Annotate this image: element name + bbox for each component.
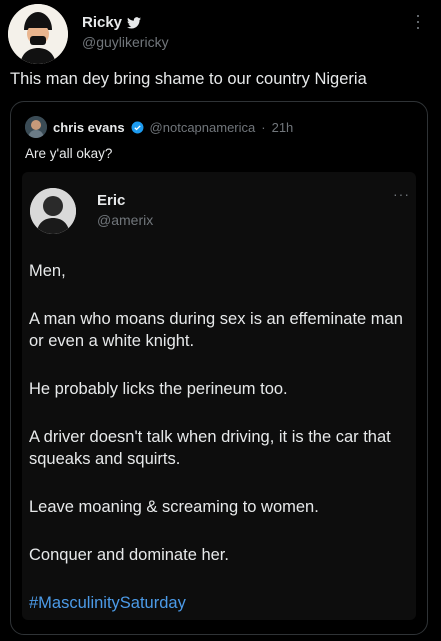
quoted-time[interactable]: 21h [272, 120, 294, 135]
more-options-icon[interactable]: · · · [415, 6, 421, 36]
user-handle[interactable]: @guylikericky [82, 34, 169, 50]
quoted-dot-separator: · [261, 119, 266, 135]
quoted-avatar[interactable] [25, 116, 47, 138]
inner-post-body: Men, A man who moans during sex is an ef… [29, 260, 409, 614]
embedded-post-image[interactable]: Eric @amerix ··· Men, A man who moans du… [22, 172, 416, 620]
quoted-avatar-image-icon [25, 116, 47, 138]
inner-handle: @amerix [97, 212, 154, 228]
quoted-name[interactable]: chris evans [53, 120, 125, 135]
inner-name: Eric [97, 192, 126, 209]
inner-more-icon: ··· [393, 186, 410, 202]
quoted-handle[interactable]: @notcapnamerica [150, 120, 256, 135]
inner-line: Conquer and dominate her. [29, 546, 229, 564]
avatar-illustration-icon [8, 4, 68, 64]
inner-line: Leave moaning & screaming to women. [29, 498, 319, 516]
inner-line: Men, [29, 262, 66, 280]
quoted-tweet[interactable]: chris evans @notcapnamerica · 21h Are y'… [10, 101, 428, 635]
hashtag-link: #MasculinitySaturday [29, 594, 186, 612]
inner-avatar [30, 188, 76, 234]
inner-line: A man who moans during sex is an effemin… [29, 310, 403, 350]
tweet-text: This man dey bring shame to our country … [10, 70, 367, 88]
user-name[interactable]: Ricky [82, 14, 122, 31]
inner-line: He probably licks the perineum too. [29, 380, 288, 398]
twitter-bird-icon [127, 16, 142, 29]
inner-line: A driver doesn't talk when driving, it i… [29, 428, 391, 468]
verified-badge-icon [131, 121, 144, 133]
inner-avatar-photo-icon [30, 188, 76, 234]
user-avatar[interactable] [8, 4, 68, 64]
quoted-text: Are y'all okay? [25, 146, 113, 161]
